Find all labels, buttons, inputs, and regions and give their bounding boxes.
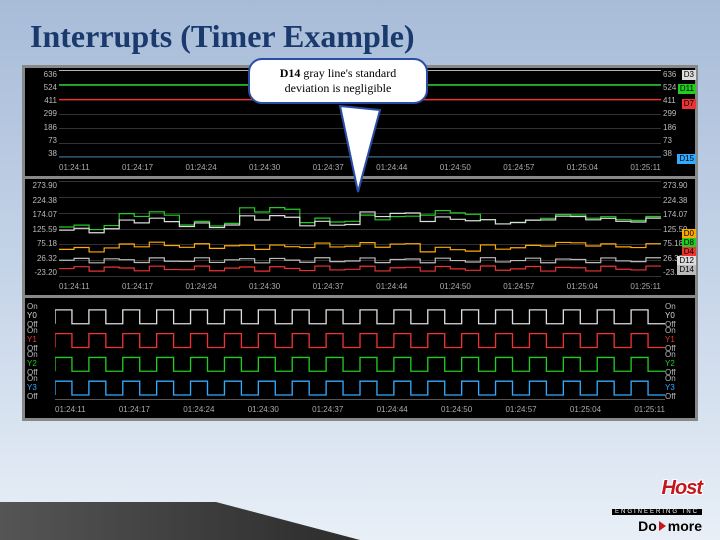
y-tick: 186 bbox=[27, 123, 57, 132]
y-tick: -23.20 bbox=[27, 268, 57, 277]
callout-text: gray line's standard deviation is neglig… bbox=[285, 66, 397, 95]
annotation-callout: D14 gray line's standard deviation is ne… bbox=[248, 58, 428, 104]
y-tick: 125.59 bbox=[27, 225, 57, 234]
p3-x-axis: 01:24:11 01:24:17 01:24:24 01:24:30 01:24:37… bbox=[55, 405, 665, 414]
digital-label: Off bbox=[27, 392, 55, 401]
slide-title: Interrupts (Timer Example) bbox=[0, 0, 720, 65]
x-tick: 01:24:30 bbox=[249, 163, 280, 172]
p1-y-axis-right: 6365244112991867338 bbox=[663, 70, 693, 158]
y-tick: 38 bbox=[27, 149, 57, 158]
y-tick: 636 bbox=[27, 70, 57, 79]
chart-panel-2: 273.90 224.38 174.07 125.59 75.18 26.32 -23.20… bbox=[25, 179, 695, 295]
y-tick: 75.18 bbox=[27, 239, 57, 248]
y-tick: 26.32 bbox=[27, 254, 57, 263]
digital-label: Y3 bbox=[665, 383, 693, 392]
x-tick: 01:24:57 bbox=[503, 282, 534, 291]
product-right: more bbox=[668, 518, 702, 534]
x-tick: 01:24:11 bbox=[55, 405, 86, 414]
x-tick: 01:25:04 bbox=[567, 163, 598, 172]
legend-badge: D7 bbox=[682, 99, 696, 109]
p2-y-axis-left: 273.90 224.38 174.07 125.59 75.18 26.32 -23.20 bbox=[27, 181, 57, 277]
digital-label: Y0 bbox=[27, 311, 55, 320]
trend-chart-container: 6365244112991867338 6365244112991867338 … bbox=[22, 65, 698, 421]
digital-label: On bbox=[27, 350, 55, 359]
brand-subtitle: ENGINEERING INC bbox=[612, 509, 702, 515]
digital-label: Y3 bbox=[27, 383, 55, 392]
x-tick: 01:24:57 bbox=[505, 405, 536, 414]
digital-label: Y1 bbox=[665, 335, 693, 344]
y-tick: 174.07 bbox=[663, 210, 693, 219]
x-tick: 01:24:50 bbox=[440, 282, 471, 291]
x-tick: 01:24:24 bbox=[183, 405, 214, 414]
p1-y-axis-left: 636 524 411 299 186 73 38 bbox=[27, 70, 57, 158]
digital-label: On bbox=[27, 302, 55, 311]
y-tick: 524 bbox=[27, 83, 57, 92]
p2-x-axis: 01:24:11 01:24:17 01:24:24 01:24:30 01:24:37… bbox=[59, 282, 661, 291]
brand-logo: Host bbox=[612, 477, 702, 500]
y-tick: 73 bbox=[663, 136, 693, 145]
x-tick: 01:24:44 bbox=[377, 405, 408, 414]
digital-label: On bbox=[665, 302, 693, 311]
digital-label: Y0 bbox=[665, 311, 693, 320]
legend-badge: D14 bbox=[677, 265, 696, 275]
x-tick: 01:24:24 bbox=[186, 282, 217, 291]
x-tick: 01:24:17 bbox=[122, 163, 153, 172]
x-tick: 01:24:11 bbox=[59, 163, 90, 172]
x-tick: 01:24:50 bbox=[441, 405, 472, 414]
y-tick: 411 bbox=[27, 96, 57, 105]
digital-label: On bbox=[665, 326, 693, 335]
digital-label: On bbox=[27, 326, 55, 335]
digital-label: Y2 bbox=[27, 359, 55, 368]
digital-label: Y1 bbox=[27, 335, 55, 344]
y-tick: 299 bbox=[27, 109, 57, 118]
digital-label: On bbox=[27, 374, 55, 383]
x-tick: 01:24:24 bbox=[186, 163, 217, 172]
y-tick: 186 bbox=[663, 123, 693, 132]
y-tick: 273.90 bbox=[663, 181, 693, 190]
x-tick: 01:25:11 bbox=[630, 163, 661, 172]
x-tick: 01:24:37 bbox=[312, 405, 343, 414]
x-tick: 01:24:37 bbox=[313, 282, 344, 291]
y-tick: 224.38 bbox=[663, 196, 693, 205]
legend-badge: D15 bbox=[677, 154, 696, 164]
x-tick: 01:25:11 bbox=[630, 282, 661, 291]
legend-badge: D3 bbox=[682, 70, 696, 80]
x-tick: 01:24:30 bbox=[248, 405, 279, 414]
product-left: Do bbox=[638, 518, 657, 534]
digital-label: On bbox=[665, 374, 693, 383]
x-tick: 01:24:30 bbox=[249, 282, 280, 291]
digital-label: Off bbox=[665, 392, 693, 401]
logo-block: Host ENGINEERING INC Do more bbox=[612, 477, 702, 534]
play-icon bbox=[659, 521, 666, 531]
y-tick: 224.38 bbox=[27, 196, 57, 205]
x-tick: 01:24:44 bbox=[376, 282, 407, 291]
x-tick: 01:24:17 bbox=[119, 405, 150, 414]
chart-panel-3: 01:24:11 01:24:17 01:24:24 01:24:30 01:24:37… bbox=[25, 298, 695, 418]
p3-lines bbox=[55, 300, 665, 399]
x-tick: 01:25:11 bbox=[634, 405, 665, 414]
y-tick: 299 bbox=[663, 109, 693, 118]
digital-label: On bbox=[665, 350, 693, 359]
x-tick: 01:25:04 bbox=[570, 405, 601, 414]
y-tick: 273.90 bbox=[27, 181, 57, 190]
x-tick: 01:24:50 bbox=[440, 163, 471, 172]
p3-plot bbox=[55, 300, 665, 400]
callout-tag: D14 bbox=[280, 66, 301, 80]
y-tick: 73 bbox=[27, 136, 57, 145]
digital-label: Y2 bbox=[665, 359, 693, 368]
product-logo: Do more bbox=[612, 518, 702, 534]
x-tick: 01:24:57 bbox=[503, 163, 534, 172]
y-tick: 174.07 bbox=[27, 210, 57, 219]
legend-badge: D11 bbox=[678, 84, 696, 94]
x-tick: 01:24:17 bbox=[122, 282, 153, 291]
x-tick: 01:25:04 bbox=[567, 282, 598, 291]
x-tick: 01:24:11 bbox=[59, 282, 90, 291]
